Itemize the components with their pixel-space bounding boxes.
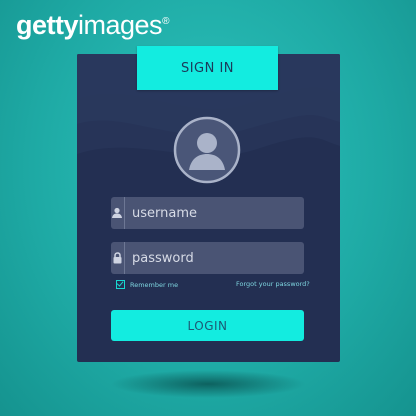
user-avatar-icon — [173, 116, 241, 184]
user-icon — [111, 197, 124, 229]
lock-icon — [111, 242, 124, 274]
username-input[interactable] — [124, 198, 304, 228]
watermark-brand: getty — [16, 10, 79, 40]
login-button[interactable]: LOGIN — [111, 310, 304, 341]
registered-mark: ® — [162, 16, 169, 27]
checkbox-checked-icon[interactable] — [116, 280, 125, 289]
sign-in-tab[interactable]: SIGN IN — [137, 46, 278, 90]
getty-images-watermark: gettyimages® — [16, 10, 169, 41]
username-field — [111, 197, 304, 229]
remember-me[interactable]: Remember me — [116, 280, 178, 289]
password-field — [111, 242, 304, 274]
card-shadow — [110, 370, 306, 398]
forgot-password-link[interactable]: Forgot your password? — [236, 280, 310, 288]
remember-me-label: Remember me — [130, 280, 179, 289]
watermark-brand-suffix: images — [78, 10, 163, 40]
password-input[interactable] — [124, 243, 304, 273]
